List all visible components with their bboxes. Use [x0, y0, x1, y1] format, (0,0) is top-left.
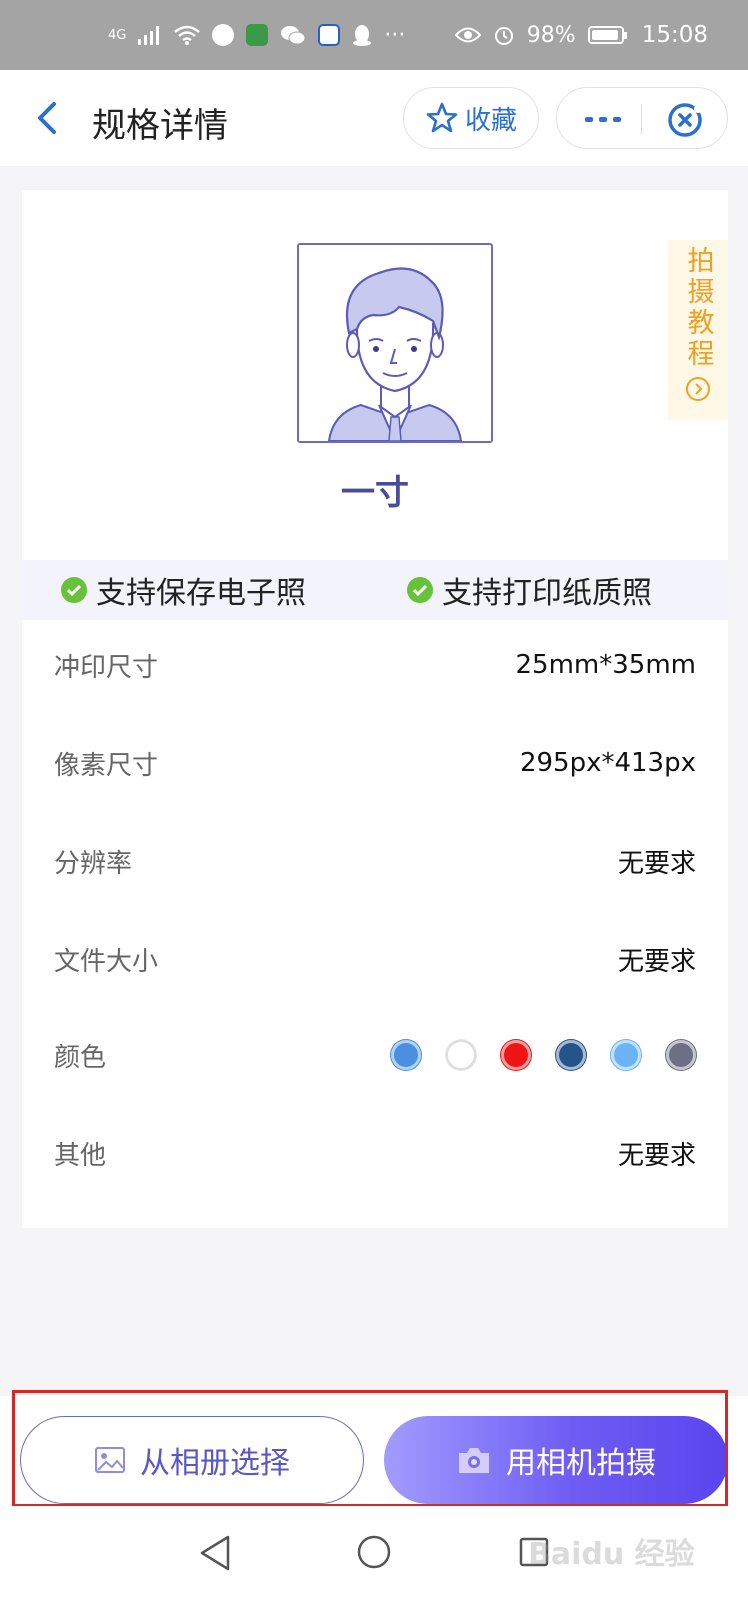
row-print-size: 冲印尺寸 25mm*35mm: [22, 635, 728, 695]
wifi-icon: [174, 25, 201, 45]
app-notification-icon: [212, 24, 235, 46]
camera-icon: [459, 1448, 489, 1473]
baidu-watermark: Baidu 经验: [528, 1537, 695, 1572]
color-swatch: [446, 1040, 476, 1070]
more-icon[interactable]: [583, 104, 623, 134]
watermark-text: Baidu 经验: [528, 1537, 695, 1572]
row-other: 其他 无要求: [22, 1123, 728, 1183]
spec-name: 一寸: [341, 473, 409, 513]
capsule-divider: [641, 104, 642, 134]
tutorial-label: 拍摄教程: [682, 246, 714, 370]
star-icon: [426, 102, 458, 133]
portrait-illustration: [297, 243, 493, 443]
nav-back-icon[interactable]: [198, 1534, 232, 1572]
clock: 15:08: [641, 22, 708, 48]
baidu-app-icon: [318, 24, 341, 46]
qq-icon: [353, 25, 372, 46]
header: 规格详情 收藏: [0, 70, 748, 166]
check-circle-icon: [61, 577, 87, 603]
status-left: 4G ···: [108, 23, 405, 48]
row-value: 295px*413px: [519, 748, 696, 778]
spec-card: 一寸 拍摄教程 支持保存电子照 支持打印纸质照 冲印尺寸 25mm*35mm 像…: [22, 190, 728, 1228]
support-label: 支持保存电子照: [96, 576, 306, 611]
row-value: 无要求: [617, 1140, 696, 1171]
row-pixel-size: 像素尺寸 295px*413px: [22, 733, 728, 793]
battery-percent: 98%: [526, 22, 576, 48]
color-swatch: [556, 1040, 586, 1070]
close-mini-program-icon[interactable]: [665, 100, 705, 140]
color-swatches: [391, 1040, 696, 1070]
alarm-icon: [494, 27, 513, 45]
row-file-size: 文件大小 无要求: [22, 929, 728, 989]
choose-from-album-button[interactable]: 从相册选择: [20, 1416, 364, 1504]
battery-icon: [587, 26, 627, 44]
network-type: 4G: [108, 27, 127, 43]
chevron-right-circle-icon: [686, 377, 710, 401]
support-digital: 支持保存电子照: [60, 568, 306, 612]
row-resolution: 分辨率 无要求: [22, 831, 728, 891]
support-print: 支持打印纸质照: [406, 568, 652, 612]
row-label: 文件大小: [54, 946, 159, 977]
row-value: 无要求: [617, 946, 696, 977]
support-strip: 支持保存电子照 支持打印纸质照: [22, 560, 728, 620]
favorite-label: 收藏: [464, 105, 517, 136]
row-value: 25mm*35mm: [515, 650, 696, 680]
nav-home-icon[interactable]: [356, 1534, 392, 1570]
row-label: 像素尺寸: [54, 750, 159, 781]
status-bar: 4G ··· 98% 15:08: [0, 0, 748, 70]
system-nav-bar: Baidu 经验: [0, 1506, 748, 1600]
color-swatch: [501, 1040, 531, 1070]
eye-comfort-icon: [454, 27, 481, 43]
color-swatch: [666, 1040, 696, 1070]
row-value: 无要求: [617, 848, 696, 879]
image-icon: [95, 1447, 125, 1473]
signal-icon: [138, 26, 160, 45]
tutorial-tab[interactable]: 拍摄教程: [668, 240, 728, 420]
back-arrow-icon[interactable]: [26, 96, 70, 140]
favorite-button[interactable]: 收藏: [403, 87, 539, 149]
take-photo-button[interactable]: 用相机拍摄: [384, 1416, 728, 1504]
mini-program-capsule: [556, 87, 728, 149]
status-right: 98% 15:08: [454, 22, 708, 48]
person-avatar-icon: [299, 245, 491, 441]
row-label: 颜色: [54, 1042, 107, 1073]
more-notifications: ···: [384, 22, 406, 48]
wechat-icon: [281, 26, 306, 45]
camera-label: 用相机拍摄: [506, 1446, 656, 1481]
support-label: 支持打印纸质照: [442, 576, 652, 611]
row-label: 分辨率: [54, 848, 133, 879]
row-color: 颜色: [22, 1025, 728, 1085]
album-label: 从相册选择: [140, 1446, 290, 1481]
row-label: 冲印尺寸: [54, 652, 159, 683]
check-circle-icon: [407, 577, 433, 603]
color-swatch: [611, 1040, 641, 1070]
app-notification-icon: [246, 24, 269, 46]
color-swatch: [391, 1040, 421, 1070]
row-label: 其他: [54, 1140, 107, 1171]
page-title: 规格详情: [92, 106, 228, 146]
